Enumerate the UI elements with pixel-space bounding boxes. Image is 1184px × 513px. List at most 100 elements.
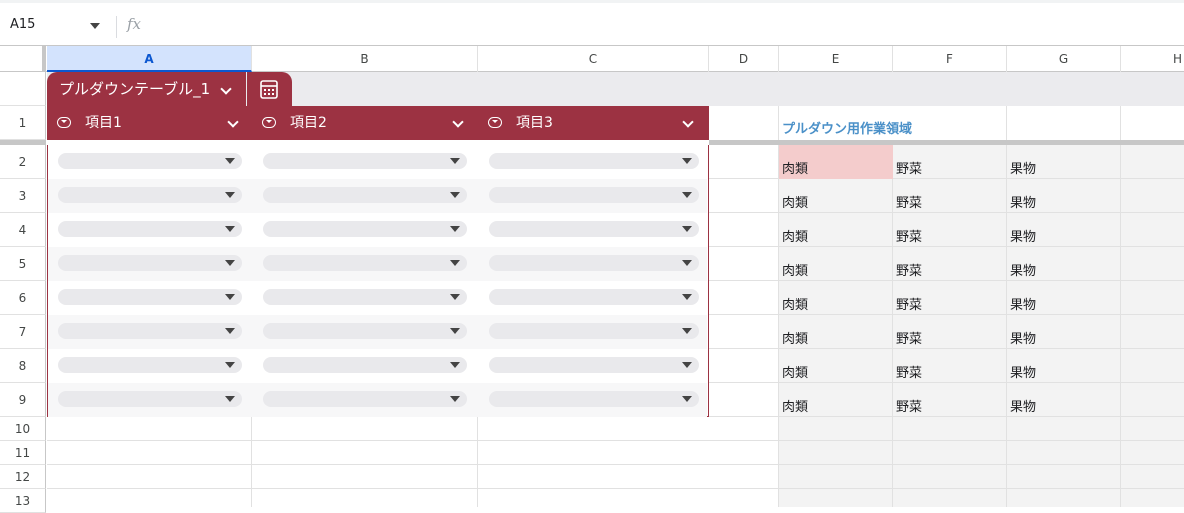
column-header-c[interactable]: C (478, 46, 709, 72)
column-header-b[interactable]: B (252, 46, 478, 72)
dropdown-chip[interactable] (58, 221, 242, 237)
dropdown-chip[interactable] (58, 187, 242, 203)
dropdown-chip-icon (57, 117, 71, 128)
row-header-4[interactable]: 4 (0, 213, 46, 247)
grid-line (709, 314, 1184, 315)
caret-down-icon (682, 396, 692, 402)
row-header-13[interactable]: 13 (0, 489, 46, 513)
table-header-2[interactable]: 項目2 (290, 106, 327, 140)
work-cell[interactable]: 果物 (1010, 226, 1036, 245)
table-header-1[interactable]: 項目1 (85, 106, 122, 140)
dropdown-chip[interactable] (489, 357, 699, 373)
work-cell[interactable]: 果物 (1010, 362, 1036, 381)
work-cell[interactable]: 肉類 (782, 158, 808, 177)
dropdown-chip[interactable] (263, 289, 467, 305)
work-cell[interactable]: 野菜 (896, 362, 922, 381)
work-cell[interactable]: 果物 (1010, 294, 1036, 313)
caret-down-icon (225, 328, 235, 334)
grid-line (251, 417, 252, 507)
caret-down-icon (682, 192, 692, 198)
table-name-tab[interactable]: プルダウンテーブル_1 (47, 72, 246, 106)
column-header-f[interactable]: F (893, 46, 1007, 72)
row-header-5[interactable]: 5 (0, 247, 46, 281)
work-cell[interactable]: 果物 (1010, 260, 1036, 279)
dropdown-chip[interactable] (58, 391, 242, 407)
caret-down-icon[interactable] (90, 23, 100, 29)
row-header-6[interactable]: 6 (0, 281, 46, 315)
dropdown-chip[interactable] (489, 391, 699, 407)
work-cell[interactable]: 野菜 (896, 226, 922, 245)
caret-down-icon (450, 362, 460, 368)
work-cell[interactable]: 肉類 (782, 192, 808, 211)
row-header-12[interactable]: 12 (0, 465, 46, 489)
row-header-1[interactable]: 1 (0, 106, 46, 140)
column-header-a[interactable]: A (47, 46, 252, 72)
caret-down-icon (450, 192, 460, 198)
dropdown-chip[interactable] (489, 221, 699, 237)
dropdown-chip[interactable] (58, 289, 242, 305)
work-cell[interactable]: 野菜 (896, 294, 922, 313)
column-header-e[interactable]: E (779, 46, 893, 72)
table-name: プルダウンテーブル_1 (59, 80, 211, 98)
row-header-2[interactable]: 2 (0, 145, 46, 179)
table-calculator-tab[interactable] (247, 72, 292, 106)
work-area-background (779, 145, 1184, 507)
dropdown-chip-icon (488, 117, 502, 128)
work-cell[interactable]: 肉類 (782, 328, 808, 347)
dropdown-chip[interactable] (489, 323, 699, 339)
work-cell[interactable]: 肉類 (782, 294, 808, 313)
grid-line (1120, 106, 1121, 507)
work-cell[interactable]: 果物 (1010, 328, 1036, 347)
work-area-title: プルダウン用作業領域 (782, 122, 913, 137)
work-cell[interactable]: 肉類 (782, 396, 808, 415)
chevron-down-icon[interactable] (682, 116, 694, 128)
work-cell[interactable]: 野菜 (896, 192, 922, 211)
grid-line (709, 382, 1184, 383)
select-all-corner[interactable] (0, 46, 46, 72)
caret-down-icon (225, 362, 235, 368)
caret-down-icon (682, 328, 692, 334)
row-header-8[interactable]: 8 (0, 349, 46, 383)
dropdown-chip[interactable] (489, 289, 699, 305)
chevron-down-icon[interactable] (452, 116, 464, 128)
caret-down-icon (225, 192, 235, 198)
dropdown-chip[interactable] (489, 255, 699, 271)
dropdown-chip[interactable] (263, 153, 467, 169)
dropdown-chip[interactable] (489, 153, 699, 169)
dropdown-chip[interactable] (58, 153, 242, 169)
dropdown-chip[interactable] (263, 357, 467, 373)
row-header-3[interactable]: 3 (0, 179, 46, 213)
dropdown-chip[interactable] (489, 187, 699, 203)
dropdown-chip[interactable] (58, 255, 242, 271)
work-cell[interactable]: 果物 (1010, 192, 1036, 211)
caret-down-icon (450, 158, 460, 164)
formula-bar-divider (116, 16, 117, 38)
work-cell[interactable]: 野菜 (896, 396, 922, 415)
dropdown-chip[interactable] (263, 187, 467, 203)
dropdown-chip[interactable] (58, 357, 242, 373)
work-cell[interactable]: 果物 (1010, 396, 1036, 415)
work-cell[interactable]: 野菜 (896, 158, 922, 177)
dropdown-chip[interactable] (263, 255, 467, 271)
work-cell[interactable]: 野菜 (896, 260, 922, 279)
work-cell[interactable]: 肉類 (782, 362, 808, 381)
work-cell[interactable]: 果物 (1010, 158, 1036, 177)
name-box[interactable]: A15 (10, 17, 35, 32)
row-header-9[interactable]: 9 (0, 383, 46, 417)
column-header-g[interactable]: G (1007, 46, 1121, 72)
column-header-h[interactable]: H (1121, 46, 1184, 72)
column-header-d[interactable]: D (709, 46, 779, 72)
dropdown-chip[interactable] (263, 323, 467, 339)
row-header-7[interactable]: 7 (0, 315, 46, 349)
row-header-11[interactable]: 11 (0, 441, 46, 465)
chevron-down-icon[interactable] (227, 116, 239, 128)
work-cell[interactable]: 肉類 (782, 226, 808, 245)
dropdown-chip[interactable] (263, 221, 467, 237)
table-header-3[interactable]: 項目3 (516, 106, 553, 140)
work-cell[interactable]: 肉類 (782, 260, 808, 279)
work-cell[interactable]: 野菜 (896, 328, 922, 347)
dropdown-chip[interactable] (58, 323, 242, 339)
row-header-10[interactable]: 10 (0, 417, 46, 441)
dropdown-chip[interactable] (263, 391, 467, 407)
caret-down-icon (225, 260, 235, 266)
